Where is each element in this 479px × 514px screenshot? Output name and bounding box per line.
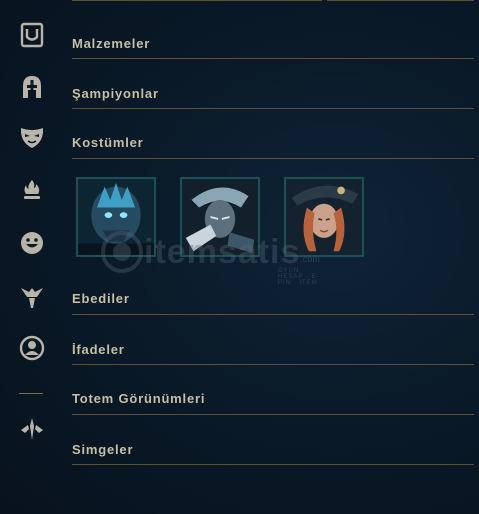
watermark-text: itemsatis bbox=[144, 232, 301, 271]
section-title-items: Malzemeler bbox=[72, 36, 151, 51]
section-title-champions: Şampiyonlar bbox=[72, 86, 159, 101]
watermark-logo-icon bbox=[101, 231, 143, 273]
arrows-icon[interactable] bbox=[17, 414, 47, 444]
watermark-tagline: OYUN · HESAP · E-PIN · ITEM bbox=[278, 268, 320, 286]
section-divider bbox=[72, 158, 474, 159]
section-divider bbox=[72, 108, 474, 109]
section-divider bbox=[72, 464, 474, 465]
section-title-skins: Kostümler bbox=[72, 135, 144, 150]
section-title-icons: Simgeler bbox=[72, 442, 134, 457]
section-divider bbox=[72, 414, 474, 415]
sidebar bbox=[0, 0, 62, 514]
champion-helmet-icon[interactable] bbox=[17, 72, 47, 102]
section-divider bbox=[72, 58, 474, 59]
section-divider bbox=[72, 364, 474, 365]
top-divider-right bbox=[327, 0, 474, 1]
section-divider bbox=[72, 314, 474, 315]
flame-icon[interactable] bbox=[17, 175, 47, 205]
section-title-wards: Totem Görünümleri bbox=[72, 391, 206, 406]
watermark-domain: .com bbox=[300, 254, 320, 264]
sidebar-divider bbox=[19, 393, 43, 394]
watermark: itemsatis .com OYUN · HESAP · E-PIN · IT… bbox=[100, 230, 320, 286]
top-divider-left bbox=[72, 0, 322, 1]
emote-face-icon[interactable] bbox=[17, 228, 47, 258]
ward-icon[interactable] bbox=[17, 282, 47, 312]
section-title-eternals: Ebediler bbox=[72, 291, 130, 306]
section-title-emotes: İfadeler bbox=[72, 342, 125, 357]
profile-icon[interactable] bbox=[17, 333, 47, 363]
skin-mask-icon[interactable] bbox=[17, 122, 47, 152]
items-bag-icon[interactable] bbox=[17, 20, 47, 50]
